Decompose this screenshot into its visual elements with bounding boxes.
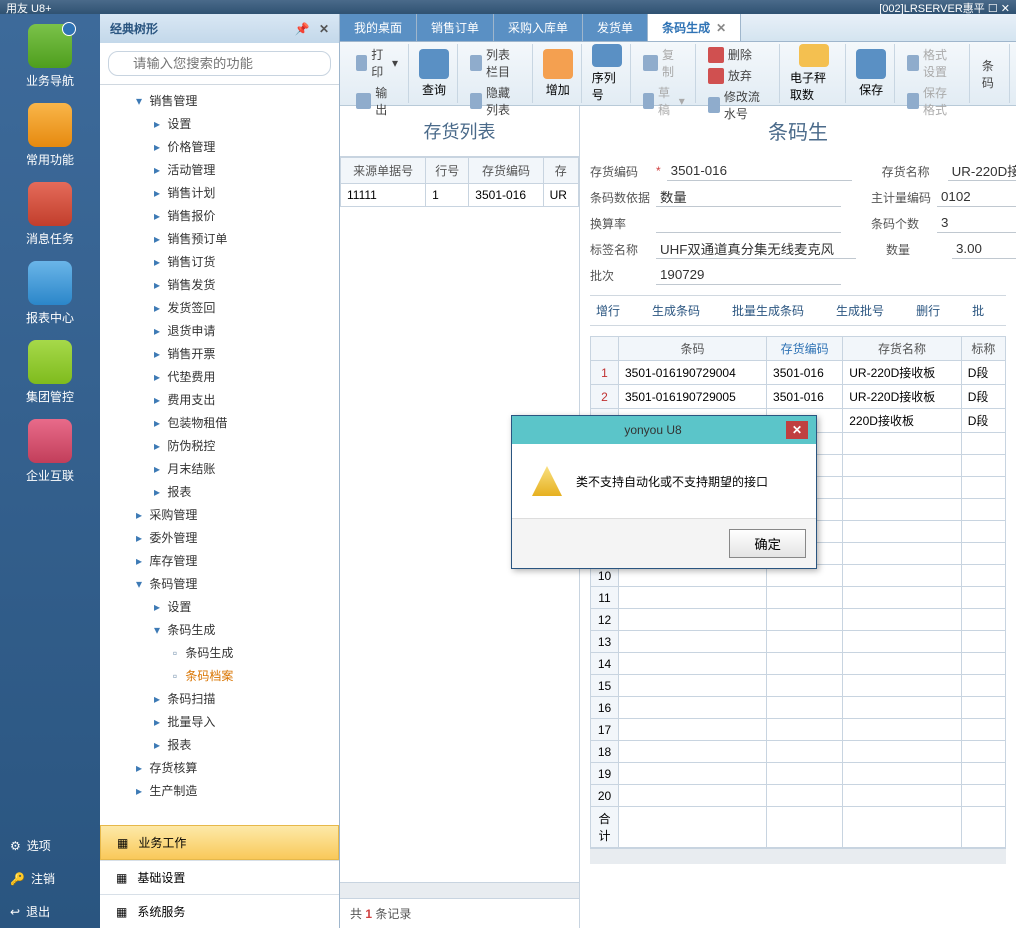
bottom-nav-1[interactable]: 🔑注销 [0, 862, 100, 895]
dialog-message: 类不支持自动化或不支持期望的接口 [576, 473, 768, 490]
close-icon[interactable]: ✕ [319, 22, 329, 36]
unit-field[interactable] [937, 187, 1016, 207]
tree-item[interactable]: ▸ 条码扫描 [100, 687, 339, 710]
search-input[interactable] [108, 51, 331, 76]
tree-item[interactable]: ▸ 生产制造 [100, 779, 339, 802]
tree-item[interactable]: ▸ 销售开票 [100, 342, 339, 365]
barcode-button[interactable]: 条码 [978, 55, 1003, 93]
tab[interactable]: 条码生成✕ [648, 14, 741, 41]
nav-item-0[interactable]: 业务导航 [0, 20, 100, 99]
toolbar: 打印 ▾ 输出 查询 列表栏目 隐藏列表 增加 序列号 复制 草稿 ▾ 删除 放… [340, 42, 1016, 106]
tree-item[interactable]: ▸ 包装物租借 [100, 411, 339, 434]
abandon-button[interactable]: 放弃 [704, 65, 773, 86]
tree-item[interactable]: ▸ 销售发货 [100, 273, 339, 296]
dialog-close-button[interactable]: ✕ [786, 421, 808, 439]
tree-foot-item[interactable]: ▦业务工作 [100, 825, 339, 860]
tree-item[interactable]: ▸ 设置 [100, 112, 339, 135]
delete-button[interactable]: 删除 [704, 44, 773, 65]
tree-item[interactable]: ▾ 条码管理 [100, 572, 339, 595]
tree-panel: 经典树形 📌 ✕ ▾ 销售管理▸ 设置▸ 价格管理▸ 活动管理▸ 销售计划▸ 销… [100, 14, 340, 928]
tree-item[interactable]: ▸ 报表 [100, 733, 339, 756]
label-field[interactable] [656, 239, 856, 259]
format-button[interactable]: 格式设置 [903, 44, 963, 82]
action-3[interactable]: 生成批号 [830, 302, 890, 319]
tree-item[interactable]: ▸ 月末结账 [100, 457, 339, 480]
scale-button[interactable]: 电子秤取数 [782, 44, 846, 103]
action-buttons: 增行 生成条码 批量生成条码 生成批号 删行 批 [590, 295, 1006, 326]
tree-item[interactable]: ▸ 委外管理 [100, 526, 339, 549]
form-title: 条码生 [590, 106, 1006, 155]
tree-foot-item[interactable]: ▦系统服务 [100, 894, 339, 928]
bottom-nav-0[interactable]: ⚙选项 [0, 829, 100, 862]
tree-item[interactable]: ▸ 费用支出 [100, 388, 339, 411]
print-button[interactable]: 打印 ▾ [352, 44, 402, 82]
action-4[interactable]: 删行 [910, 302, 946, 319]
tree-foot-item[interactable]: ▦基础设置 [100, 860, 339, 894]
nav-item-1[interactable]: 常用功能 [0, 99, 100, 178]
tree-item[interactable]: ▸ 报表 [100, 480, 339, 503]
tree-item[interactable]: ▸ 批量导入 [100, 710, 339, 733]
tree-item[interactable]: ▸ 设置 [100, 595, 339, 618]
tab-close-icon[interactable]: ✕ [716, 21, 726, 35]
save-button[interactable]: 保存 [848, 44, 895, 103]
scrollbar-h[interactable] [340, 882, 579, 898]
tree-item[interactable]: ▫ 条码生成 [100, 641, 339, 664]
tree-item[interactable]: ▸ 销售订货 [100, 250, 339, 273]
tree-item[interactable]: ▸ 防伪税控 [100, 434, 339, 457]
tree-item[interactable]: ▸ 发货签回 [100, 296, 339, 319]
tree-item[interactable]: ▸ 库存管理 [100, 549, 339, 572]
nav-item-2[interactable]: 消息任务 [0, 178, 100, 257]
nav-item-4[interactable]: 集团管控 [0, 336, 100, 415]
error-dialog: yonyou U8 ✕ 类不支持自动化或不支持期望的接口 确定 [511, 415, 817, 569]
action-2[interactable]: 批量生成条码 [726, 302, 810, 319]
batch-field[interactable] [656, 265, 841, 285]
inventory-table[interactable]: 来源单据号行号存货编码存 1111113501-016UR [340, 157, 579, 207]
name-field[interactable] [948, 161, 1016, 181]
tree-item[interactable]: ▸ 销售计划 [100, 181, 339, 204]
nav-item-3[interactable]: 报表中心 [0, 257, 100, 336]
tree-item[interactable]: ▾ 条码生成 [100, 618, 339, 641]
dialog-title: yonyou U8 [520, 423, 786, 437]
tree-item[interactable]: ▸ 价格管理 [100, 135, 339, 158]
tree-item[interactable]: ▸ 采购管理 [100, 503, 339, 526]
title-bar: 用友 U8+ [002]LRSERVER惠平 ☐ ✕ [0, 0, 1016, 14]
count-field[interactable] [937, 213, 1016, 233]
sequence-button[interactable]: 序列号 [584, 44, 631, 103]
tree-item[interactable]: ▸ 销售报价 [100, 204, 339, 227]
rate-field[interactable] [656, 213, 841, 233]
inventory-list-title: 存货列表 [340, 106, 579, 157]
list-columns-button[interactable]: 列表栏目 [466, 44, 526, 82]
tree-item[interactable]: ▫ 条码档案 [100, 664, 339, 687]
action-1[interactable]: 生成条码 [646, 302, 706, 319]
tree-item[interactable]: ▸ 存货核算 [100, 756, 339, 779]
document-tabs: 我的桌面销售订单采购入库单发货单条码生成✕ [340, 14, 1016, 42]
dialog-ok-button[interactable]: 确定 [729, 529, 806, 558]
tab[interactable]: 销售订单 [417, 14, 494, 41]
qty-field[interactable] [952, 239, 1016, 259]
basis-field[interactable] [656, 187, 841, 207]
left-navigation: 业务导航常用功能消息任务报表中心集团管控企业互联 ⚙选项🔑注销↩退出 [0, 14, 100, 928]
tree-item[interactable]: ▸ 代垫费用 [100, 365, 339, 388]
tree-item[interactable]: ▸ 销售预订单 [100, 227, 339, 250]
scrollbar-h[interactable] [590, 848, 1006, 864]
pin-icon[interactable]: 📌 [295, 22, 310, 36]
bottom-nav-2[interactable]: ↩退出 [0, 895, 100, 928]
barcode-table[interactable]: 条码存货编码存货名称标称 13501-0161907290043501-016U… [590, 336, 1006, 848]
tab[interactable]: 发货单 [583, 14, 648, 41]
tree-item[interactable]: ▸ 活动管理 [100, 158, 339, 181]
tree-item[interactable]: ▾ 销售管理 [100, 89, 339, 112]
tab[interactable]: 采购入库单 [494, 14, 583, 41]
query-button[interactable]: 查询 [411, 44, 458, 103]
status-bar: 共 1 条记录 [340, 898, 579, 928]
tab[interactable]: 我的桌面 [340, 14, 417, 41]
warning-icon [532, 466, 562, 496]
action-0[interactable]: 增行 [590, 302, 626, 319]
tree-item[interactable]: ▸ 退货申请 [100, 319, 339, 342]
nav-item-5[interactable]: 企业互联 [0, 415, 100, 494]
tree-header: 经典树形 📌 ✕ [100, 14, 339, 43]
copy-button[interactable]: 复制 [639, 44, 689, 82]
action-5[interactable]: 批 [966, 302, 990, 319]
code-field[interactable] [667, 161, 852, 181]
add-button[interactable]: 增加 [535, 44, 582, 103]
